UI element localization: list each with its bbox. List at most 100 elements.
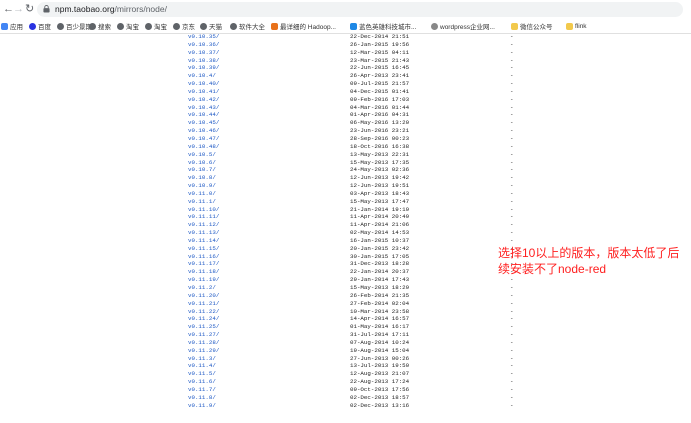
browser-toolbar: ← → ↻ npm.taobao.org/mirrors/node/ [0,0,691,19]
version-link[interactable]: v0.11.25/ [188,323,219,331]
version-link[interactable]: v0.11.4/ [188,362,216,370]
file-size: - [510,56,514,64]
version-link[interactable]: v0.10.38/ [188,57,219,65]
version-link[interactable]: v0.11.22/ [188,308,219,316]
lock-icon[interactable] [43,5,50,13]
version-link[interactable]: v0.11.15/ [188,245,219,253]
bookmark-item[interactable]: 天猫 [200,20,222,32]
list-item: v0.10.37/12-Mar-2015 04:11 - [188,49,588,57]
version-link[interactable]: v0.10.39/ [188,64,219,72]
bookmark-item[interactable]: 软件大全 [230,20,265,32]
bookmark-item[interactable]: 微信公众号 [511,20,553,32]
version-link[interactable]: v0.11.12/ [188,221,219,229]
file-size: - [510,134,514,142]
globe-icon [117,22,124,30]
bookmark-item[interactable]: 淘宝 [145,20,167,32]
arrow-right-icon[interactable]: → [13,2,24,16]
version-link[interactable]: v0.10.9/ [188,182,216,190]
modified-date: 15-May-2013 17:35 [350,158,410,166]
version-link[interactable]: v0.10.45/ [188,119,219,127]
version-link[interactable]: v0.11.3/ [188,355,216,363]
bookmark-item[interactable]: 最详细的 Hadoop... [271,20,336,32]
modified-date: 02-Dec-2013 18:57 [350,393,410,401]
version-link[interactable]: v0.11.16/ [188,253,219,261]
file-size: - [510,189,514,197]
version-link[interactable]: v0.10.8/ [188,174,216,182]
modified-date: 04-Dec-2015 01:41 [350,87,410,95]
bookmark-item[interactable]: 百少景期 [57,20,92,32]
file-size: - [510,87,514,95]
modified-date: 22-Dec-2014 21:51 [350,33,410,40]
bookmark-item[interactable]: 京东 [173,20,195,32]
bookmark-item[interactable]: flink [566,20,587,32]
list-item: v0.11.11/11-Apr-2014 20:49 - [188,213,588,221]
file-size: - [510,307,514,315]
list-item: v0.10.42/09-Feb-2016 17:03 - [188,96,588,104]
globe-icon [89,22,96,30]
address-bar[interactable]: npm.taobao.org/mirrors/node/ [37,2,683,17]
version-link[interactable]: v0.11.8/ [188,394,216,402]
version-link[interactable]: v0.10.44/ [188,111,219,119]
version-link[interactable]: v0.11.19/ [188,276,219,284]
bookmark-item[interactable]: 搜索 [89,20,111,32]
reload-icon[interactable]: ↻ [25,2,34,16]
version-link[interactable]: v0.11.24/ [188,315,219,323]
version-link[interactable]: v0.10.36/ [188,41,219,49]
bookmark-label: 淘宝 [154,24,167,31]
version-link[interactable]: v0.10.6/ [188,159,216,167]
version-link[interactable]: v0.11.28/ [188,339,219,347]
version-link[interactable]: v0.11.21/ [188,300,219,308]
modified-date: 30-Jan-2015 17:05 [350,252,410,260]
bookmark-label: wordpress企业网... [440,24,495,31]
bookmark-item[interactable]: 淘宝 [117,20,139,32]
version-link[interactable]: v0.11.27/ [188,331,219,339]
version-link[interactable]: v0.10.48/ [188,143,219,151]
bookmark-item[interactable]: wordpress企业网... [431,20,495,32]
version-link[interactable]: v0.11.0/ [188,190,216,198]
version-link[interactable]: v0.11.2/ [188,284,216,292]
bookmark-label: 京东 [182,24,195,31]
version-link[interactable]: v0.10.42/ [188,96,219,104]
globe-icon [145,22,152,30]
file-size: - [510,229,514,237]
version-link[interactable]: v0.10.40/ [188,80,219,88]
version-link[interactable]: v0.10.47/ [188,135,219,143]
version-link[interactable]: v0.11.6/ [188,378,216,386]
version-link[interactable]: v0.10.4/ [188,72,216,80]
version-link[interactable]: v0.11.5/ [188,370,216,378]
list-item: v0.10.41/04-Dec-2015 01:41 - [188,88,588,96]
bookmark-item[interactable]: 应用 [1,20,23,32]
file-size: - [510,166,514,174]
file-size: - [510,197,514,205]
bookmarks-bar: 应用 百度 百少景期 搜索 淘宝 淘宝 京东 天猫 软件大全 最详细的 Hadoop... 蓝色英雄… [0,19,691,34]
file-size: - [510,378,514,386]
url-text: npm.taobao.org/mirrors/node/ [55,3,167,16]
version-link[interactable]: v0.10.43/ [188,104,219,112]
version-link[interactable]: v0.11.20/ [188,292,219,300]
version-link[interactable]: v0.10.5/ [188,151,216,159]
version-link[interactable]: v0.11.17/ [188,260,219,268]
list-item: v0.10.38/23-Mar-2015 21:43 - [188,57,588,65]
modified-date: 22-Jan-2014 20:37 [350,268,410,276]
version-link[interactable]: v0.10.41/ [188,88,219,96]
version-link[interactable]: v0.10.37/ [188,49,219,57]
modified-date: 18-Oct-2016 16:38 [350,142,410,150]
version-link[interactable]: v0.11.7/ [188,386,216,394]
bookmark-item[interactable]: 蓝色英雄科技城市... [350,20,416,32]
version-link[interactable]: v0.11.1/ [188,198,216,206]
folder-icon [511,22,518,30]
version-link[interactable]: v0.11.18/ [188,268,219,276]
version-link[interactable]: v0.11.10/ [188,206,219,214]
annotation-line-1: 选择10以上的版本，版本太低了后 [498,246,680,260]
version-link[interactable]: v0.11.13/ [188,229,219,237]
bookmark-item[interactable]: 百度 [29,20,51,32]
version-link[interactable]: v0.11.14/ [188,237,219,245]
version-link[interactable]: v0.10.7/ [188,166,216,174]
version-link[interactable]: v0.10.35/ [188,33,219,41]
version-link[interactable]: v0.11.11/ [188,213,219,221]
list-item: v0.11.21/27-Feb-2014 02:04 - [188,300,588,308]
version-link[interactable]: v0.11.29/ [188,347,219,355]
modified-date: 06-May-2016 13:20 [350,119,410,127]
version-link[interactable]: v0.10.46/ [188,127,219,135]
version-link[interactable]: v0.11.9/ [188,402,216,410]
